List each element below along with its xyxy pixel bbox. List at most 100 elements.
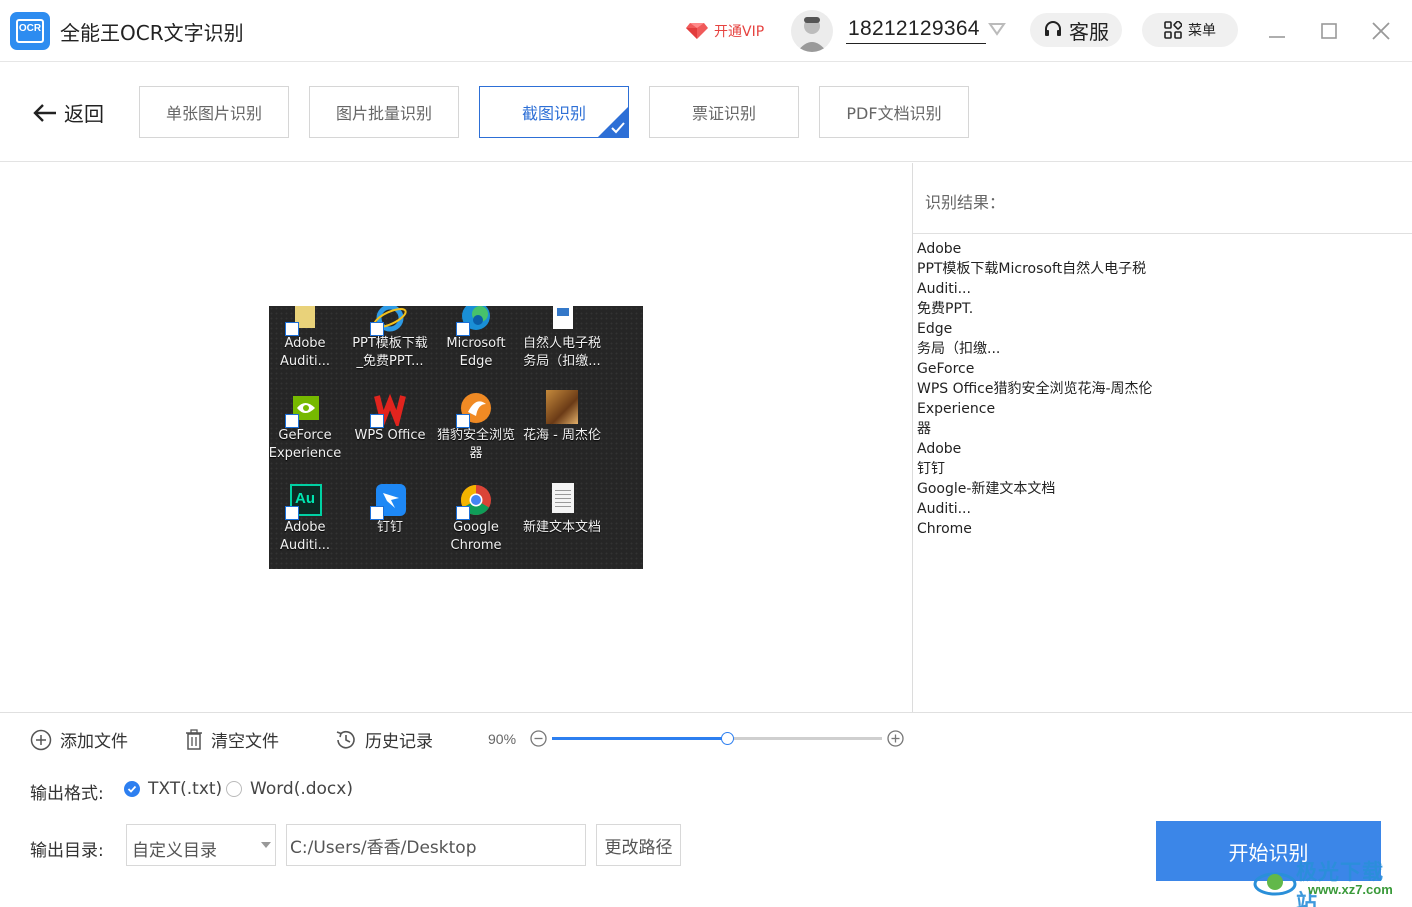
zoom-level-label: 90% [488, 731, 517, 747]
edge-icon [456, 306, 494, 336]
format-docx-label: Word(.docx) [250, 779, 353, 799]
result-title: 识别结果： [925, 193, 1006, 212]
service-label: 客服 [1069, 19, 1109, 44]
tab-screenshot-label: 截图识别 [521, 104, 586, 123]
clear-file-label: 清空文件 [211, 732, 279, 752]
desktop-icon: Adobe Auditi... [269, 306, 348, 371]
tab-pdf[interactable]: PDF文档识别 [819, 86, 969, 138]
watermark-logo-icon [1253, 872, 1297, 896]
back-label: 返回 [64, 102, 104, 126]
result-line: Adobe [917, 241, 962, 257]
geforce-icon [285, 390, 323, 428]
desktop-icon-label: Microsoft [446, 336, 506, 351]
format-radio-docx[interactable]: Word(.docx) [226, 779, 353, 799]
desktop-icon: Au Adobe Auditi... [269, 482, 348, 555]
desktop-icon: 新建文本文档 [519, 482, 605, 537]
tab-certificate[interactable]: 票证识别 [649, 86, 799, 138]
result-line: 免费PPT. [917, 301, 974, 317]
maximize-icon[interactable] [1316, 18, 1342, 44]
tab-batch-image[interactable]: 图片批量识别 [309, 86, 459, 138]
chevron-down-icon [261, 842, 271, 848]
customer-service-button[interactable]: 客服 [1030, 13, 1122, 47]
history-label: 历史记录 [365, 732, 433, 752]
desktop-icon: 钉钉 [347, 482, 433, 537]
user-avatar-icon [797, 17, 827, 52]
desktop-icon-label: WPS Office [354, 428, 426, 443]
add-file-button[interactable]: 添加文件 [30, 727, 128, 752]
app-title: 全能王OCR文字识别 [60, 21, 244, 45]
desktop-icon-label: GeForce [278, 428, 332, 443]
desktop-icon-label: _免费PPT... [356, 354, 424, 369]
watermark-url: www.xz7.com [1308, 882, 1393, 897]
result-line: Experience [917, 401, 996, 417]
result-line: WPS Office猎豹安全浏览花海-周杰伦 [917, 381, 1153, 397]
desktop-icon: 花海 - 周杰伦 [519, 390, 605, 445]
user-phone[interactable]: 18212129364 [848, 17, 980, 41]
bottom-panel: 添加文件 清空文件 历史记录 90% 输出格式: TXT(.txt) Word(… [0, 712, 1412, 907]
zoom-slider-handle[interactable] [720, 732, 734, 745]
radio-checked-icon [124, 781, 140, 797]
dir-select-value: 自定义目录 [132, 841, 217, 861]
watermark: 极光下载站 www.xz7.com [1252, 856, 1404, 907]
vip-link[interactable]: 开通VIP [686, 20, 764, 42]
avatar[interactable] [791, 10, 833, 52]
desktop-icon: 自然人电子税 务局（扣缴... [519, 306, 605, 371]
phone-underline [846, 43, 986, 44]
result-line: Edge [917, 321, 953, 337]
history-button[interactable]: 历史记录 [335, 727, 433, 752]
desktop-icon-label: 猎豹安全浏览 [436, 428, 515, 443]
result-line: Auditi... [917, 281, 971, 297]
result-line: Auditi... [917, 501, 971, 517]
format-radio-txt[interactable]: TXT(.txt) [124, 779, 222, 799]
tab-single-image[interactable]: 单张图片识别 [139, 86, 289, 138]
desktop-icon: Microsoft Edge [433, 306, 519, 371]
ie-icon [370, 306, 408, 336]
output-dir-label: 输出目录: [30, 841, 104, 861]
desktop-icon-label: 花海 - 周杰伦 [523, 428, 601, 443]
result-divider [913, 233, 1412, 234]
output-path-input[interactable] [286, 824, 586, 866]
desktop-icon-label: 务局（扣缴... [523, 354, 601, 369]
history-clock-icon [336, 730, 355, 748]
menu-button[interactable]: 菜单 [1142, 13, 1238, 47]
radio-unchecked-icon [226, 781, 242, 797]
app-logo-text: OCR [18, 23, 42, 34]
desktop-icon: Google Chrome [433, 482, 519, 555]
clear-files-button[interactable]: 清空文件 [185, 727, 279, 752]
desktop-icon-label: Edge [459, 354, 493, 369]
dingtalk-icon [370, 482, 408, 520]
desktop-icon: PPT模板下载 _免费PPT... [347, 306, 433, 371]
minimize-icon[interactable] [1264, 18, 1290, 44]
captured-screenshot[interactable]: Adobe Auditi... PPT模板下载 _免费PPT... Micros… [269, 306, 643, 569]
back-button[interactable]: 返回 [32, 98, 104, 127]
desktop-icon-label: Auditi... [279, 354, 331, 369]
desktop-icon-label: Google [453, 520, 499, 535]
text-document-icon [544, 482, 580, 518]
zoom-slider[interactable] [552, 732, 882, 745]
close-icon[interactable] [1368, 18, 1394, 44]
result-line: Adobe [917, 441, 962, 457]
zoom-out-icon[interactable] [530, 730, 547, 747]
check-corner-icon [598, 107, 628, 137]
change-path-button[interactable]: 更改路径 [596, 824, 681, 866]
diamond-icon [686, 23, 708, 39]
desktop-icon-label: Auditi... [279, 538, 331, 553]
result-text[interactable]: Adobe PPT模板下载Microsoft自然人电子税 Auditi... 免… [917, 239, 1153, 539]
result-line: 器 [917, 421, 931, 437]
desktop-icon-label: 自然人电子税 [522, 336, 601, 351]
zoom-slider-fill [552, 737, 727, 740]
menu-label: 菜单 [1188, 23, 1216, 39]
music-icon [544, 390, 580, 426]
output-dir-select[interactable]: 自定义目录 [126, 824, 276, 866]
tab-screenshot[interactable]: 截图识别 [479, 86, 629, 138]
image-preview-pane: Adobe Auditi... PPT模板下载 _免费PPT... Micros… [0, 163, 912, 712]
liebao-icon [456, 390, 494, 428]
result-line: PPT模板下载Microsoft自然人电子税 [917, 261, 1147, 277]
account-dropdown-icon[interactable] [988, 22, 1006, 38]
result-line: 务局（扣缴... [917, 341, 1001, 357]
desktop-icon: 猎豹安全浏览 器 [433, 390, 519, 463]
plus-circle-icon [30, 729, 52, 750]
desktop-icon-label: Adobe [284, 336, 326, 351]
trash-icon [186, 728, 202, 750]
zoom-in-icon[interactable] [887, 730, 904, 747]
